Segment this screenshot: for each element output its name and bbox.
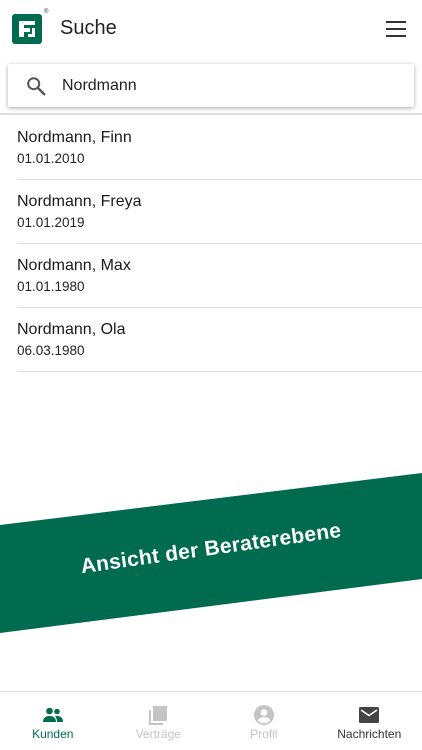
search-input[interactable] xyxy=(62,72,392,100)
list-item[interactable]: Nordmann, Finn 01.01.2010 xyxy=(17,116,422,180)
customer-name: Nordmann, Max xyxy=(17,257,131,274)
customer-birthdate: 01.01.1980 xyxy=(17,279,85,294)
customer-name: Nordmann, Freya xyxy=(17,193,142,210)
page-title: Suche xyxy=(60,17,117,39)
registered-mark: ® xyxy=(44,9,49,15)
search-icon xyxy=(27,77,46,96)
results-list: Nordmann, Finn 01.01.2010 Nordmann, Frey… xyxy=(0,116,422,372)
nav-label: Kunden xyxy=(32,727,74,741)
customer-birthdate: 06.03.1980 xyxy=(17,343,85,358)
list-item[interactable]: Nordmann, Max 01.01.1980 xyxy=(17,244,422,308)
envelope-icon xyxy=(359,707,380,723)
customer-birthdate: 01.01.2019 xyxy=(17,215,85,230)
hamburger-menu-icon[interactable] xyxy=(383,18,409,40)
nav-item-nachrichten[interactable]: Nachrichten xyxy=(317,692,422,750)
advisor-view-banner: Ansicht der Beraterebene xyxy=(0,473,422,633)
customer-name: Nordmann, Finn xyxy=(17,129,132,146)
nav-label: Verträge xyxy=(135,727,181,741)
header-divider xyxy=(0,113,422,115)
documents-icon xyxy=(149,706,168,725)
app-bar: ® Suche xyxy=(0,0,422,58)
list-item[interactable]: Nordmann, Ola 06.03.1980 xyxy=(17,308,422,372)
people-icon xyxy=(42,707,63,722)
list-item[interactable]: Nordmann, Freya 01.01.2019 xyxy=(17,180,422,244)
search-bar xyxy=(8,64,414,107)
nav-label: Profil xyxy=(250,727,278,741)
customer-name: Nordmann, Ola xyxy=(17,321,126,338)
customer-birthdate: 01.01.2010 xyxy=(17,151,85,166)
nav-item-profil[interactable]: Profil xyxy=(211,692,317,750)
brand-logo-icon: ® xyxy=(12,9,48,44)
nav-item-kunden[interactable]: Kunden xyxy=(0,692,106,750)
account-circle-icon xyxy=(253,705,274,725)
nav-label: Nachrichten xyxy=(337,727,402,741)
bottom-navigation: Kunden Verträge Profil Nachrichten xyxy=(0,691,422,750)
nav-item-vertraege[interactable]: Verträge xyxy=(106,692,212,750)
